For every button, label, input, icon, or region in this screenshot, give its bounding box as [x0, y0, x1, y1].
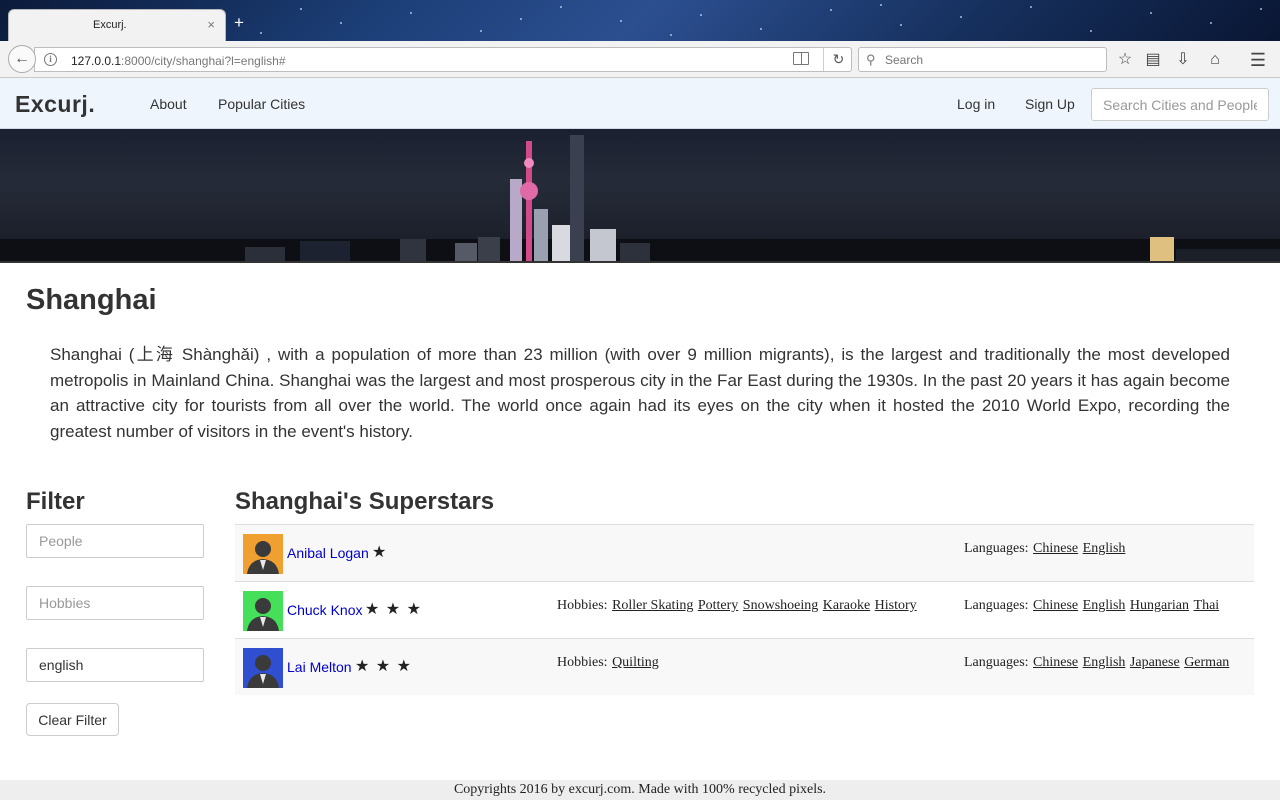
avatar[interactable]	[243, 534, 283, 574]
background-star	[1030, 6, 1032, 8]
background-star	[960, 16, 962, 18]
back-arrow-icon[interactable]: ←	[8, 45, 36, 73]
rating-stars: ★ ★ ★	[355, 658, 412, 675]
browser-toolbar: i 127.0.0.1:8000/city/shanghai?l=english…	[0, 41, 1280, 78]
city-title: Shanghai	[26, 284, 157, 316]
background-star	[520, 18, 522, 20]
browser-search-bar[interactable]: ⚲	[858, 47, 1107, 72]
background-star	[900, 24, 902, 26]
hobby-link[interactable]: Quilting	[612, 655, 659, 670]
person-name-link[interactable]: Lai Melton	[287, 659, 352, 675]
people-filter-input[interactable]	[26, 524, 204, 558]
reader-view-icon[interactable]	[793, 52, 809, 65]
background-star	[670, 34, 672, 36]
language-link[interactable]: Chinese	[1033, 541, 1078, 556]
filter-heading: Filter	[26, 488, 85, 515]
languages-list: Languages: Chinese English Japanese Germ…	[964, 655, 1229, 671]
background-star	[480, 30, 482, 32]
menu-icon[interactable]: ☰	[1247, 49, 1269, 71]
background-star	[700, 14, 702, 16]
language-link[interactable]: Chinese	[1033, 655, 1078, 670]
browser-tab-bar: Excurj. × +	[0, 0, 1280, 41]
hobbies-label: Hobbies:	[557, 598, 612, 613]
background-star	[560, 6, 562, 8]
table-row: Chuck Knox ★ ★ ★ Hobbies: Roller Skating P…	[235, 581, 1254, 638]
background-star	[1260, 8, 1262, 10]
background-star	[300, 8, 302, 10]
city-hero-image	[0, 129, 1280, 263]
language-link[interactable]: Thai	[1194, 598, 1220, 613]
tab-close-icon[interactable]: ×	[207, 17, 215, 32]
nav-log-in[interactable]: Log in	[957, 96, 995, 112]
nav-popular-cities[interactable]: Popular Cities	[218, 96, 305, 112]
site-search-input[interactable]	[1091, 88, 1269, 121]
tab-title: Excurj.	[93, 19, 127, 31]
info-icon[interactable]: i	[44, 53, 57, 66]
language-link[interactable]: Chinese	[1033, 598, 1078, 613]
download-icon[interactable]: ⇩	[1172, 49, 1194, 71]
home-icon[interactable]: ⌂	[1204, 49, 1226, 71]
language-link[interactable]: English	[1083, 541, 1126, 556]
background-star	[410, 12, 412, 14]
skyline-illustration	[0, 135, 1280, 261]
avatar[interactable]	[243, 591, 283, 631]
hobbies-list: Hobbies: Quilting	[557, 655, 659, 671]
background-star	[340, 22, 342, 24]
nav-about[interactable]: About	[150, 96, 187, 112]
hobbies-label: Hobbies:	[557, 655, 612, 670]
brand-logo[interactable]: Excurj.	[15, 91, 95, 118]
background-star	[620, 20, 622, 22]
background-star	[760, 28, 762, 30]
clear-filter-button[interactable]: Clear Filter	[26, 703, 119, 736]
hobbies-list: Hobbies: Roller Skating Pottery Snowshoe…	[557, 598, 917, 614]
city-description: Shanghai (上海 Shànghǎi) , with a populati…	[50, 345, 1230, 441]
language-link[interactable]: Hungarian	[1130, 598, 1189, 613]
background-star	[830, 9, 832, 11]
site-navbar: Excurj. About Popular Cities Log in Sign…	[0, 78, 1280, 129]
superstars-heading: Shanghai's Superstars	[235, 488, 495, 515]
nav-sign-up[interactable]: Sign Up	[1025, 96, 1075, 112]
background-star	[1210, 22, 1212, 24]
languages-label: Languages:	[964, 541, 1033, 556]
hobby-link[interactable]: Karaoke	[823, 598, 870, 613]
reload-icon[interactable]: ↻	[823, 48, 853, 71]
avatar[interactable]	[243, 648, 283, 688]
person-name-link[interactable]: Chuck Knox	[287, 602, 362, 618]
rating-stars: ★	[372, 544, 388, 561]
language-link[interactable]: Japanese	[1130, 655, 1180, 670]
language-link[interactable]: German	[1184, 655, 1229, 670]
languages-list: Languages: Chinese English Hungarian Tha…	[964, 598, 1219, 614]
hobby-link[interactable]: Snowshoeing	[743, 598, 818, 613]
rating-stars: ★ ★ ★	[365, 601, 422, 618]
languages-label: Languages:	[964, 598, 1033, 613]
background-star	[260, 32, 262, 34]
hobby-link[interactable]: Roller Skating	[612, 598, 693, 613]
new-tab-button[interactable]: +	[234, 14, 244, 31]
background-star	[1150, 12, 1152, 14]
language-link[interactable]: English	[1083, 655, 1126, 670]
footer: Copyrights 2016 by excurj.com. Made with…	[0, 780, 1280, 800]
reading-list-icon[interactable]: ▤	[1142, 49, 1164, 71]
browser-tab[interactable]: Excurj. ×	[8, 9, 226, 41]
language-filter-input[interactable]	[26, 648, 204, 682]
background-star	[1090, 30, 1092, 32]
browser-search-input[interactable]	[885, 48, 1100, 71]
table-row: Anibal Logan ★ Languages: Chinese English	[235, 524, 1254, 581]
hobby-link[interactable]: Pottery	[698, 598, 738, 613]
languages-list: Languages: Chinese English	[964, 541, 1125, 557]
search-icon: ⚲	[866, 52, 876, 67]
superstars-table: Anibal Logan ★ Languages: Chinese English C…	[235, 524, 1254, 695]
person-name-link[interactable]: Anibal Logan	[287, 545, 369, 561]
languages-label: Languages:	[964, 655, 1033, 670]
table-row: Lai Melton ★ ★ ★ Hobbies: Quilting Language…	[235, 638, 1254, 695]
hobby-link[interactable]: History	[875, 598, 917, 613]
language-link[interactable]: English	[1083, 598, 1126, 613]
bookmark-star-icon[interactable]: ☆	[1114, 49, 1136, 71]
url-bar[interactable]: i 127.0.0.1:8000/city/shanghai?l=english…	[34, 47, 852, 72]
url-text: 127.0.0.1:8000/city/shanghai?l=english#	[71, 54, 286, 68]
hobbies-filter-input[interactable]	[26, 586, 204, 620]
background-star	[880, 4, 882, 6]
